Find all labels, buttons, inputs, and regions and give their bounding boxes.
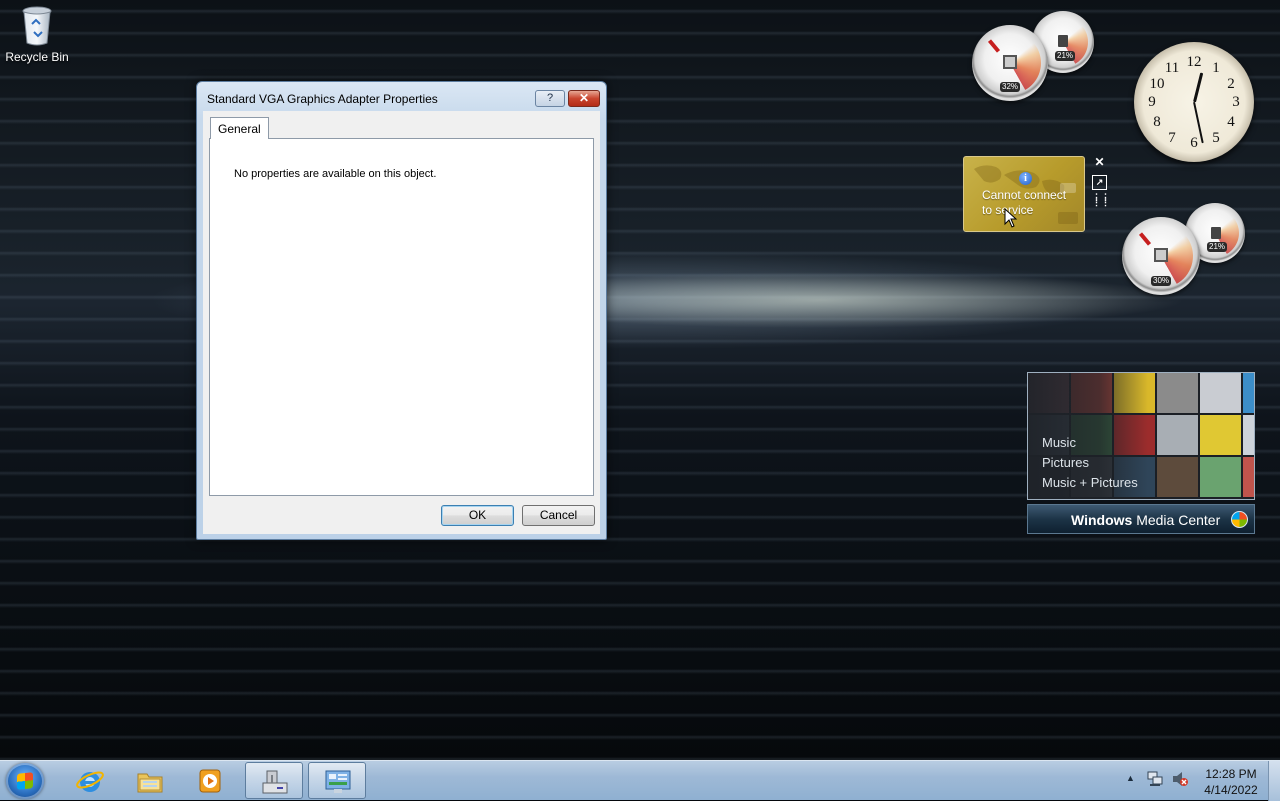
clock-number-9: 9 (1148, 94, 1156, 110)
dialog-client: General No properties are available on t… (203, 111, 600, 534)
network-icon[interactable] (1147, 771, 1163, 787)
no-properties-message: No properties are available on this obje… (234, 168, 437, 180)
media-center-label: Windows Media Center (1071, 512, 1221, 528)
show-desktop-button[interactable] (1268, 761, 1280, 801)
taskbar-device-manager[interactable] (245, 762, 303, 799)
taskbar: ▲ 12:28 PM 4/14/2022 (0, 760, 1280, 801)
cancel-button[interactable]: Cancel (522, 505, 595, 526)
clock-number-8: 8 (1153, 114, 1161, 130)
cpu-icon-2 (1154, 248, 1168, 262)
media-item-music-pictures[interactable]: Music + Pictures (1042, 475, 1138, 490)
weather-message-line1: Cannot connect (982, 188, 1067, 202)
clock-number-7: 7 (1168, 130, 1176, 146)
cpu-icon (1003, 55, 1017, 69)
weather-message-line2: to service (982, 203, 1034, 217)
media-item-music[interactable]: Music (1042, 435, 1076, 450)
cpu-gauge-2: 30% (1122, 217, 1200, 295)
desktop[interactable]: Recycle Bin Standard VGA Graphics Adapte… (0, 0, 1280, 760)
properties-dialog[interactable]: Standard VGA Graphics Adapter Properties… (196, 81, 607, 540)
taskbar-clock[interactable]: 12:28 PM 4/14/2022 (1198, 766, 1264, 798)
help-button[interactable]: ? (535, 90, 565, 107)
cpu-gauge: 32% (972, 25, 1048, 101)
show-hidden-icons-button[interactable]: ▲ (1126, 773, 1135, 783)
start-button[interactable] (6, 763, 44, 799)
cpu-percent: 32% (1000, 82, 1021, 92)
clock-number-10: 10 (1149, 76, 1165, 92)
windows-start-icon (17, 772, 33, 790)
gadget-resize-icon[interactable]: ↗ (1092, 175, 1107, 190)
taskbar-internet-explorer[interactable] (61, 762, 119, 799)
memory-percent: 21% (1055, 51, 1076, 61)
recycle-bin[interactable]: Recycle Bin (4, 6, 70, 64)
taskbar-media-player[interactable] (181, 762, 239, 799)
media-player-icon (199, 769, 221, 793)
recycle-bin-icon (22, 6, 52, 46)
clock-number-3: 3 (1232, 94, 1240, 110)
taskbar-control-panel[interactable] (308, 762, 366, 799)
clock-number-2: 2 (1227, 76, 1235, 92)
gadget-close-icon[interactable]: ✕ (1092, 155, 1107, 170)
ok-button[interactable]: OK (441, 505, 514, 526)
clock-number-5: 5 (1212, 130, 1220, 146)
recycle-bin-label: Recycle Bin (5, 50, 69, 64)
memory-percent-2: 21% (1207, 242, 1228, 252)
memory-icon-2 (1211, 227, 1221, 239)
taskbar-time: 12:28 PM (1205, 767, 1257, 781)
windows-logo-icon (1231, 511, 1248, 528)
media-item-pictures[interactable]: Pictures (1042, 455, 1089, 470)
dialog-title: Standard VGA Graphics Adapter Properties (207, 92, 438, 106)
clock-hour-hand (1193, 72, 1204, 103)
windows-explorer-icon (137, 773, 163, 793)
weather-gadget[interactable]: i Cannot connect to service (963, 156, 1085, 232)
media-center-gadget[interactable]: Music Pictures Music + Pictures (1027, 372, 1255, 500)
clock-number-1: 1 (1212, 60, 1220, 76)
media-center-bar[interactable]: Windows Media Center (1027, 504, 1255, 534)
info-icon: i (1019, 172, 1032, 185)
internet-explorer-icon (76, 771, 104, 792)
gadget-drag-handle-icon[interactable]: ⋮⋮ ⋮⋮ (1092, 193, 1110, 210)
cpu-percent-2: 30% (1151, 276, 1172, 286)
clock-number-11: 11 (1164, 60, 1180, 76)
volume-muted-icon[interactable] (1171, 771, 1189, 787)
control-panel-icon (325, 770, 351, 793)
mouse-cursor-icon (1004, 208, 1018, 228)
memory-icon (1058, 35, 1068, 47)
tab-panel: No properties are available on this obje… (209, 138, 594, 496)
close-button[interactable]: ✕ (568, 90, 600, 107)
clock-number-4: 4 (1227, 114, 1235, 130)
taskbar-windows-explorer[interactable] (121, 762, 179, 799)
clock-number-12: 12 (1186, 54, 1202, 70)
tab-general[interactable]: General (210, 117, 269, 139)
clock-gadget[interactable]: 12 1 2 3 4 5 6 7 8 9 10 11 (1134, 42, 1254, 162)
gadget-toolbar: ✕ ↗ ⋮⋮ ⋮⋮ (1092, 155, 1110, 215)
device-manager-icon (262, 770, 288, 794)
dialog-titlebar[interactable]: Standard VGA Graphics Adapter Properties… (197, 82, 606, 112)
taskbar-date: 4/14/2022 (1204, 783, 1258, 797)
